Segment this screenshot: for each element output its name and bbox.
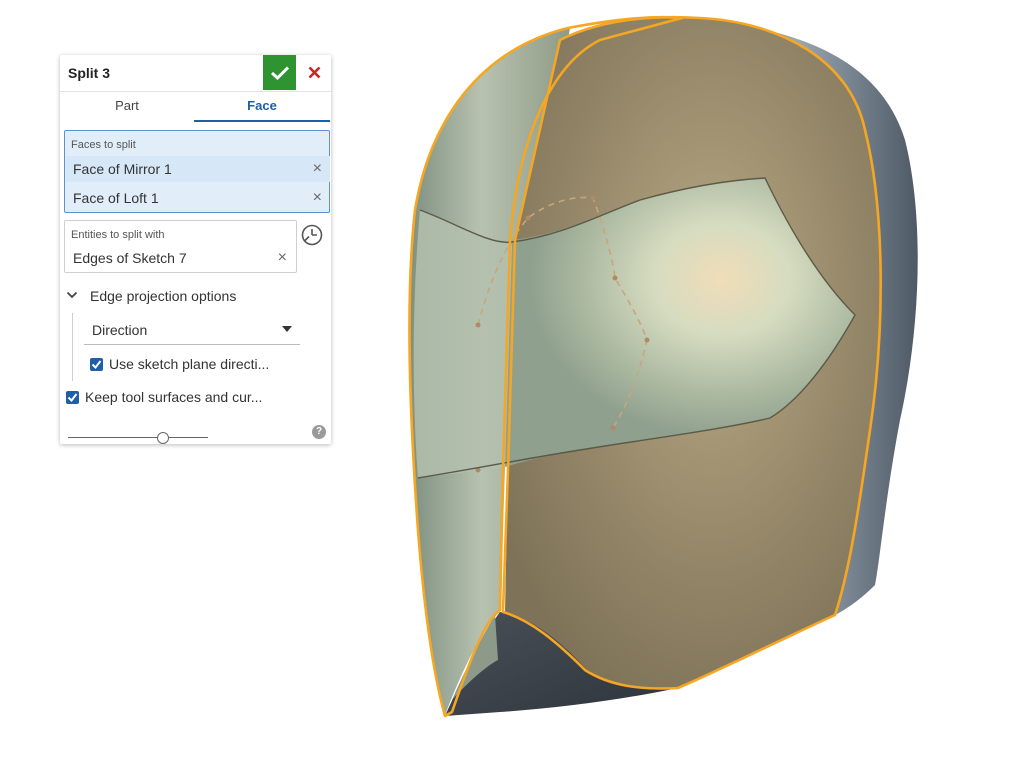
dropdown-caret-icon (282, 326, 292, 332)
remove-selection-icon[interactable]: × (313, 160, 322, 178)
close-icon (308, 66, 320, 79)
confirm-button[interactable] (263, 55, 296, 90)
mode-tabs: Part Face (60, 91, 331, 122)
help-icon[interactable]: ? (312, 425, 326, 439)
selection-item-label: Face of Loft 1 (73, 190, 159, 206)
tab-face[interactable]: Face (194, 92, 330, 122)
cancel-button[interactable] (300, 55, 328, 90)
remove-selection-icon[interactable]: × (278, 249, 287, 267)
checkmark-icon (270, 65, 289, 80)
sketch-point[interactable] (612, 275, 618, 281)
direction-select[interactable]: Direction (84, 316, 300, 345)
tab-part[interactable]: Part (60, 92, 194, 120)
checkmark-icon (67, 393, 78, 403)
faces-to-split-label: Faces to split (71, 139, 136, 151)
sketch-point[interactable] (590, 195, 596, 201)
remove-selection-icon[interactable]: × (313, 189, 322, 207)
selection-item-label: Face of Mirror 1 (73, 161, 172, 177)
sketch-point[interactable] (644, 337, 650, 343)
split-feature-dialog: Split 3 Part Face Faces to split Face of… (60, 55, 331, 444)
section-indent-rule (72, 313, 73, 381)
selection-item[interactable]: Face of Mirror 1 × (66, 156, 330, 182)
dialog-header: Split 3 (60, 55, 331, 90)
dialog-title: Split 3 (68, 65, 111, 81)
use-sketch-plane-label: Use sketch plane directi... (109, 356, 270, 372)
sketch-point[interactable] (525, 215, 531, 221)
entities-to-split-with-label: Entities to split with (71, 229, 165, 241)
direction-select-value: Direction (92, 322, 148, 338)
selection-item[interactable]: Edges of Sketch 7 × (66, 245, 295, 271)
checkmark-icon (91, 360, 102, 370)
detail-slider[interactable] (68, 432, 208, 444)
sketch-point[interactable] (475, 322, 481, 328)
use-sketch-plane-checkbox[interactable] (90, 358, 103, 371)
slider-track (68, 437, 208, 438)
slider-knob[interactable] (157, 432, 170, 444)
keep-tool-surfaces-label: Keep tool surfaces and cur... (85, 389, 263, 405)
selection-item[interactable]: Face of Loft 1 × (66, 185, 330, 211)
selection-item-label: Edges of Sketch 7 (73, 250, 187, 266)
sketch-point[interactable] (610, 425, 616, 431)
edge-projection-options-toggle[interactable]: Edge projection options (90, 288, 236, 304)
entities-to-split-with-field[interactable]: Entities to split with Edges of Sketch 7… (64, 220, 297, 273)
visor-side-strip[interactable] (413, 210, 512, 478)
chevron-down-icon[interactable] (66, 289, 78, 301)
faces-to-split-field[interactable]: Faces to split Face of Mirror 1 × Face o… (64, 130, 330, 213)
keep-tool-surfaces-checkbox[interactable] (66, 391, 79, 404)
clock-history-icon[interactable] (300, 223, 324, 247)
